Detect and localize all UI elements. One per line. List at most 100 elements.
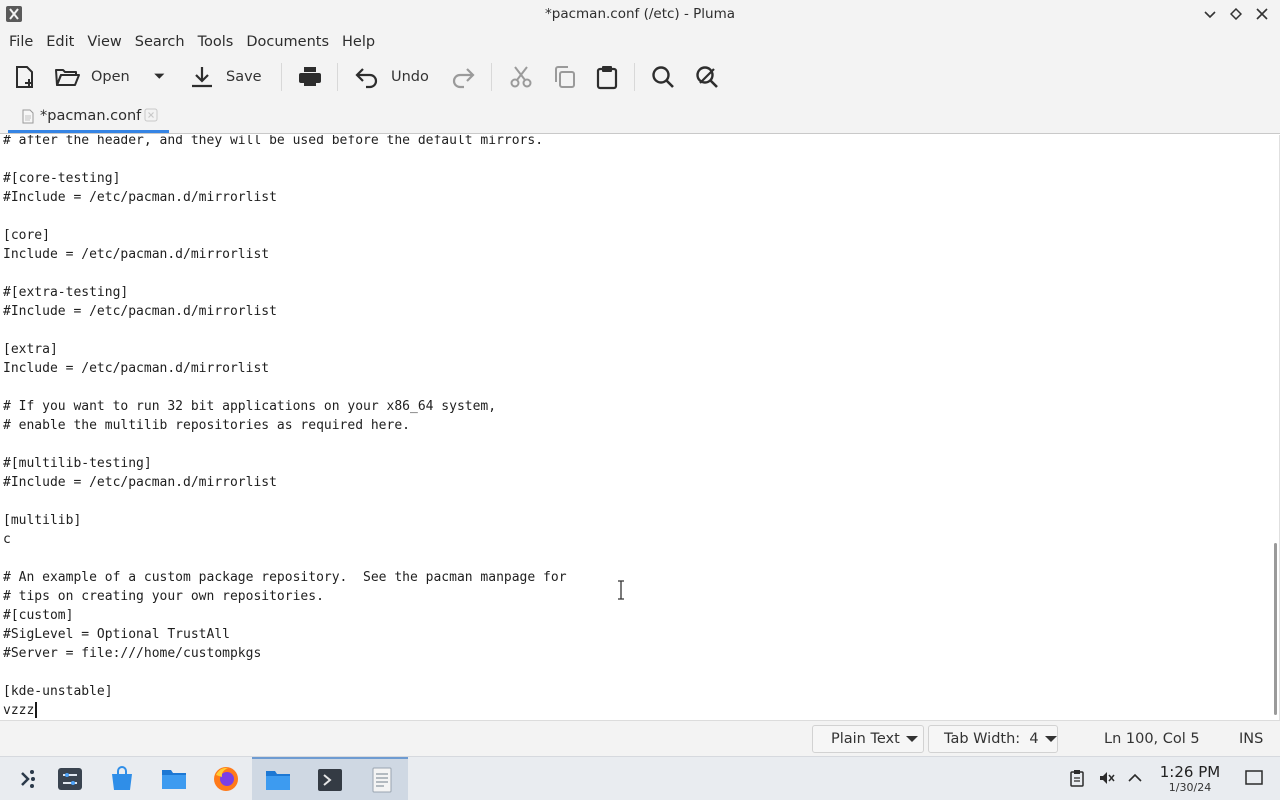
taskbar-file-manager[interactable] [148,757,200,800]
caret-down-icon [905,736,918,742]
paste-button[interactable] [594,62,620,92]
editor-line: #[custom] [3,608,74,623]
tab-width-selector[interactable]: Tab Width: 4 [928,725,1058,753]
caret-down-icon [1044,736,1057,742]
store-bag-icon [112,766,132,790]
language-label: Plain Text [831,731,900,747]
editor-line: # enable the multilib repositories as re… [3,418,410,433]
tab-width-label: Tab Width: 4 [944,731,1039,747]
open-recent-dropdown[interactable] [150,62,172,92]
text-file-icon [22,109,34,123]
scissors-icon [510,66,532,88]
toolbar-separator [634,63,635,91]
editor-line: [core] [3,228,50,243]
save-label: Save [226,69,262,85]
taskbar-pluma[interactable] [356,757,408,800]
menu-help[interactable]: Help [337,34,380,50]
text-editor[interactable]: # after the header, and they will be use… [0,135,1280,720]
editor-line: #Include = /etc/pacman.d/mirrorlist [3,475,277,490]
menu-file[interactable]: File [4,34,38,50]
editor-line: [extra] [3,342,58,357]
menu-view[interactable]: View [82,34,126,50]
editor-line: #[multilib-testing] [3,456,152,471]
text-cursor [35,702,37,718]
clock-date: 1/30/24 [1168,781,1212,794]
menu-tools[interactable]: Tools [193,34,239,50]
tab-pacman-conf[interactable]: *pacman.conf [8,98,169,134]
chevron-up-icon[interactable] [1126,769,1144,787]
ibeam-cursor-icon [618,580,624,600]
copy-button[interactable] [551,62,577,92]
tab-close-icon[interactable] [143,107,159,123]
app-launcher-icon [21,770,35,788]
title-bar: *pacman.conf (/etc) - Pluma [0,0,1280,28]
undo-icon [355,68,378,89]
taskbar-folder-active[interactable] [252,757,304,800]
diamond-icon [1230,8,1242,20]
settings-icon [58,768,82,790]
editor-line: #[core-testing] [3,171,121,186]
maximize-button[interactable] [1226,4,1246,24]
insert-mode: INS [1239,731,1264,747]
save-button[interactable]: Save [189,62,262,92]
clock[interactable]: 1:26 PM 1/30/24 [1150,763,1230,795]
editor-line: [kde-unstable] [3,684,113,699]
editor-line: Include = /etc/pacman.d/mirrorlist [3,361,270,376]
cut-button[interactable] [508,62,534,92]
status-bar: Plain Text Tab Width: 4 Ln 100, Col 5 IN… [0,720,1280,756]
editor-line: #Server = file:///home/custompkgs [3,646,262,661]
taskbar-settings[interactable] [44,757,96,800]
clipboard-tray-icon[interactable] [1068,769,1086,787]
editor-line: c [3,532,11,547]
close-button[interactable] [1252,4,1272,24]
find-replace-button[interactable] [694,62,720,92]
taskbar-terminal[interactable] [304,757,356,800]
toolbar-separator [281,63,282,91]
language-selector[interactable]: Plain Text [812,725,924,753]
redo-button[interactable] [450,62,476,92]
download-save-icon [192,67,212,88]
folder-icon [162,770,186,789]
firefox-icon [214,767,238,791]
menu-search[interactable]: Search [130,34,190,50]
taskbar-discover[interactable] [96,757,148,800]
find-replace-icon [696,66,718,88]
editor-line: #Include = /etc/pacman.d/mirrorlist [3,190,277,205]
editor-line: #[extra-testing] [3,285,129,300]
taskbar: 1:26 PM 1/30/24 [0,756,1280,800]
show-desktop-icon[interactable] [1245,769,1263,787]
search-icon [652,66,674,88]
vertical-scrollbar[interactable] [1274,543,1277,715]
menu-documents[interactable]: Documents [241,34,334,50]
active-tab-indicator [8,130,169,133]
terminal-icon [318,769,342,791]
clock-time: 1:26 PM [1159,763,1221,781]
editor-line: #SigLevel = Optional TrustAll [3,627,230,642]
taskbar-firefox[interactable] [200,757,252,800]
menu-bar: File Edit View Search Tools Documents He… [0,28,1280,55]
find-button[interactable] [650,62,676,92]
open-button[interactable]: Open [54,62,130,92]
menu-edit[interactable]: Edit [41,34,79,50]
editor-line: [multilib] [3,513,82,528]
editor-line: # after the header, and they will be use… [3,135,544,148]
print-button[interactable] [297,62,323,92]
editor-line: # An example of a custom package reposit… [3,570,567,585]
minimize-button[interactable] [1200,4,1220,24]
volume-muted-icon[interactable] [1098,769,1116,787]
new-file-icon [16,66,33,88]
printer-icon [299,67,321,86]
new-document-button[interactable] [12,62,38,92]
open-label: Open [91,69,130,85]
document-tabs: *pacman.conf [0,98,1280,134]
undo-button[interactable]: Undo [354,62,429,92]
chevron-down-icon [1204,11,1216,19]
editor-line: # tips on creating your own repositories… [3,589,324,604]
